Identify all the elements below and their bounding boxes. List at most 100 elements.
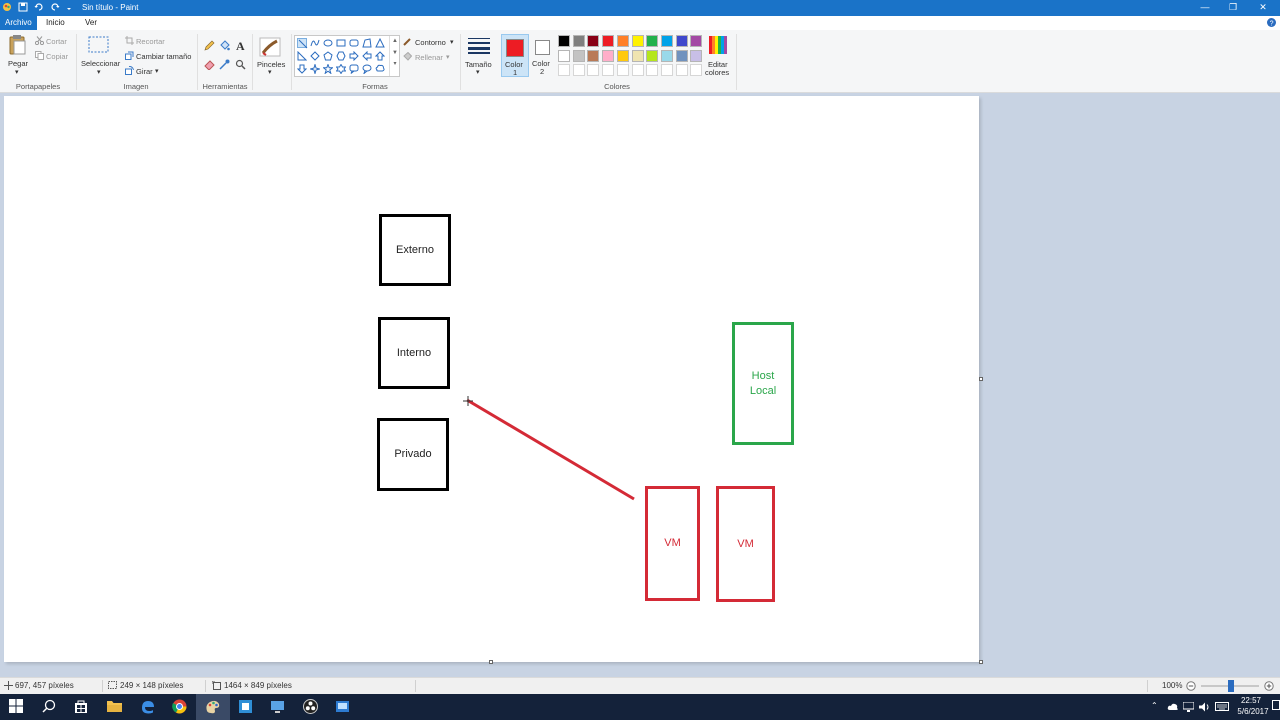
down-arrow-shape-icon[interactable] (296, 64, 308, 74)
five-point-star-shape-icon[interactable] (322, 63, 334, 75)
palette-swatch[interactable] (690, 49, 703, 62)
color1-button[interactable]: Color 1 (501, 34, 529, 77)
remote-desktop-icon[interactable] (270, 699, 286, 715)
color2-button[interactable]: Color 2 (531, 34, 555, 77)
rectangle-shape-icon[interactable] (336, 38, 346, 48)
tab-inicio[interactable]: Inicio (40, 16, 71, 30)
paint-app-icon[interactable] (2, 2, 12, 12)
size-icon[interactable] (468, 38, 490, 56)
magnifier-icon[interactable] (235, 59, 246, 72)
outline-button[interactable]: Contorno (415, 38, 446, 47)
eraser-icon[interactable] (204, 59, 215, 72)
up-arrow-shape-icon[interactable] (374, 51, 386, 61)
palette-swatch[interactable] (572, 64, 585, 76)
rotate-dropdown-icon[interactable]: ▾ (155, 67, 159, 75)
edit-colors-icon[interactable] (709, 36, 727, 56)
palette-swatch[interactable] (587, 64, 600, 76)
palette-swatch[interactable] (675, 35, 688, 47)
palette-swatch[interactable] (646, 64, 659, 76)
palette-swatch[interactable] (631, 35, 644, 47)
virtual-machine-icon[interactable] (335, 699, 351, 715)
tray-overflow-icon[interactable]: ⌃ (1151, 701, 1158, 710)
palette-swatch[interactable] (602, 64, 615, 76)
keyboard-icon[interactable] (1215, 702, 1229, 713)
line-shape-icon[interactable] (297, 38, 308, 49)
brushes-dropdown-icon[interactable]: ▾ (268, 68, 272, 76)
palette-swatch[interactable] (631, 64, 644, 76)
palette-swatch[interactable] (675, 49, 688, 62)
rounded-callout-shape-icon[interactable] (349, 64, 359, 74)
palette-swatch[interactable] (646, 49, 659, 62)
windows-start-icon[interactable] (9, 699, 25, 715)
copy-button[interactable]: Copiar (46, 52, 68, 61)
clock-date[interactable]: 5/6/2017 (1236, 707, 1270, 716)
palette-swatch[interactable] (587, 35, 600, 47)
select-icon[interactable] (88, 36, 110, 56)
palette-swatch[interactable] (602, 35, 615, 47)
zoom-in-button[interactable] (1264, 681, 1274, 693)
search-icon[interactable] (42, 699, 58, 715)
notifications-icon[interactable] (1272, 700, 1280, 713)
diamond-shape-icon[interactable] (310, 51, 320, 61)
tab-ver[interactable]: Ver (79, 16, 103, 30)
canvas-resize-handle-corner[interactable] (979, 660, 983, 664)
help-icon[interactable]: ? (1266, 17, 1277, 30)
zoom-out-button[interactable] (1186, 681, 1196, 693)
undo-icon[interactable] (34, 2, 44, 12)
volume-icon[interactable] (1199, 702, 1210, 714)
resize-button[interactable]: Cambiar tamaño (136, 52, 191, 61)
shapes-scroll[interactable]: ▲ ▼ ▾ (389, 36, 400, 76)
oval-shape-icon[interactable] (323, 38, 333, 48)
store-icon[interactable] (74, 699, 90, 715)
size-dropdown-icon[interactable]: ▾ (476, 68, 480, 76)
redo-icon[interactable] (50, 2, 60, 12)
palette-swatch[interactable] (660, 49, 673, 62)
minimize-button[interactable]: — (1190, 0, 1220, 16)
palette-swatch[interactable] (690, 35, 703, 47)
paste-dropdown-icon[interactable]: ▾ (15, 68, 19, 76)
network-icon[interactable] (1182, 701, 1195, 714)
close-button[interactable]: ✕ (1248, 0, 1278, 16)
drawing-canvas[interactable]: Externo Interno Privado Host Local VM VM (4, 96, 979, 662)
file-explorer-icon[interactable] (107, 699, 123, 715)
hexagon-shape-icon[interactable] (336, 51, 346, 61)
palette-swatch[interactable] (660, 35, 673, 47)
palette-swatch[interactable] (558, 64, 570, 76)
six-point-star-shape-icon[interactable] (335, 63, 347, 75)
palette-swatch[interactable] (587, 49, 600, 62)
palette-swatch[interactable] (675, 64, 688, 76)
obs-icon[interactable] (303, 699, 319, 715)
palette-swatch[interactable] (616, 35, 629, 47)
palette-swatch[interactable] (646, 35, 659, 47)
palette-swatch[interactable] (572, 49, 585, 62)
tab-archivo[interactable]: Archivo (0, 16, 37, 30)
edit-colors-line2[interactable]: colores (705, 68, 729, 77)
palette-swatch[interactable] (660, 64, 673, 76)
right-arrow-shape-icon[interactable] (349, 50, 359, 62)
palette-swatch[interactable] (616, 49, 629, 62)
brush-icon[interactable] (259, 35, 283, 61)
fill-dropdown-icon[interactable]: ▾ (446, 53, 450, 61)
color-picker-icon[interactable] (219, 59, 230, 72)
pentagon-shape-icon[interactable] (323, 51, 333, 61)
paint-taskbar-icon[interactable] (205, 699, 221, 715)
chrome-browser-icon[interactable] (172, 699, 188, 715)
right-triangle-shape-icon[interactable] (297, 50, 308, 61)
paste-icon[interactable] (8, 34, 28, 58)
app-icon[interactable] (238, 699, 254, 715)
select-button[interactable]: Seleccionar (81, 59, 120, 68)
cloud-callout-shape-icon[interactable] (375, 64, 385, 74)
cut-button[interactable]: Cortar (46, 37, 67, 46)
save-icon[interactable] (18, 2, 28, 12)
rounded-rectangle-shape-icon[interactable] (349, 38, 359, 48)
clock-time[interactable]: 22:57 (1236, 696, 1266, 705)
fill-button[interactable]: Rellenar (415, 53, 443, 62)
canvas-resize-handle-bottom[interactable] (489, 660, 493, 664)
zoom-slider-thumb[interactable] (1228, 680, 1234, 692)
palette-swatch[interactable] (631, 49, 644, 62)
polygon-shape-icon[interactable] (362, 38, 372, 48)
palette-swatch[interactable] (690, 64, 703, 76)
canvas-resize-handle-right[interactable] (979, 377, 983, 381)
triangle-shape-icon[interactable] (375, 37, 385, 48)
maximize-button[interactable]: ❐ (1218, 0, 1248, 16)
